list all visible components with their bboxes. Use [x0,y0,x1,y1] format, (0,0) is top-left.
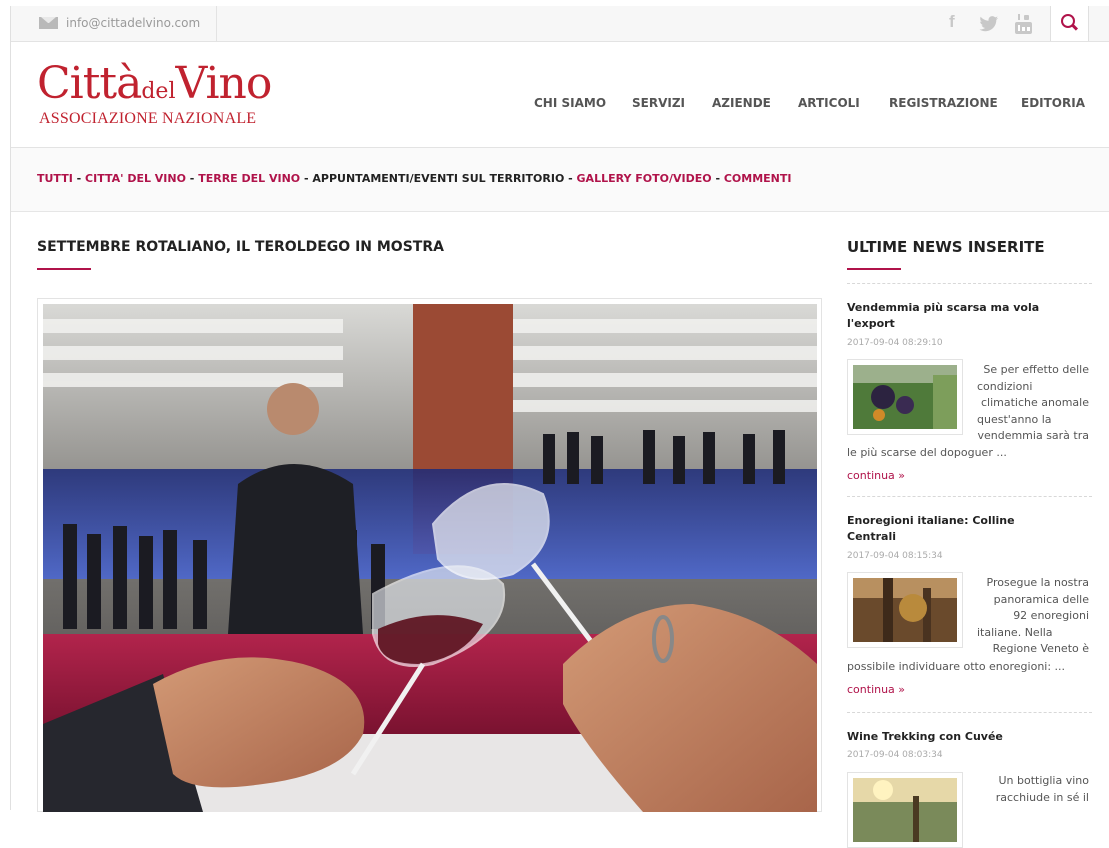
divider [847,712,1092,713]
filter-terre-del-vino[interactable]: TERRE DEL VINO [198,172,300,185]
divider [847,496,1092,497]
news-thumbnail[interactable] [847,359,963,435]
site-header: CittàdelVino ASSOCIAZIONE NAZIONALE CHI … [11,42,1109,148]
news-continue-link[interactable]: continua » [847,469,905,482]
nav-aziende[interactable]: AZIENDE [712,96,771,110]
article-image-frame [37,298,822,812]
nav-editoria[interactable]: EDITORIA [1021,96,1085,110]
nav-chi-siamo[interactable]: CHI SIAMO [534,96,606,110]
search-button[interactable] [1050,6,1089,41]
news-excerpt: Prosegue la nostra panoramica delle 92 e… [977,576,1089,655]
page-frame: info@cittadelvino.com f CittàdelVino ASS… [10,6,1109,848]
nav-registrazione[interactable]: REGISTRAZIONE [889,96,998,110]
filter-appuntamenti-active[interactable]: APPUNTAMENTI/EVENTI SUL TERRITORIO [312,172,564,185]
search-icon [1061,14,1075,28]
news-continue-link[interactable]: continua » [847,683,905,696]
news-date: 2017-09-04 08:03:34 [847,750,943,760]
filter-tutti[interactable]: TUTTI [37,172,73,185]
article-title: SETTEMBRE ROTALIANO, IL TEROLDEGO IN MOS… [37,239,444,255]
news-title[interactable]: Wine Trekking con Cuvée [847,729,1047,745]
news-title[interactable]: Enoregioni italiane: Colline Centrali [847,513,1047,545]
title-underline [37,268,91,270]
category-filter-list: TUTTI - CITTA' DEL VINO - TERRE DEL VINO… [37,172,792,185]
envelope-icon [39,17,58,29]
twitter-icon[interactable] [979,16,999,32]
article-image[interactable] [43,304,817,812]
category-filter-bar: TUTTI - CITTA' DEL VINO - TERRE DEL VINO… [11,148,1109,212]
news-excerpt: Se per effetto delle condizioni climatic… [977,363,1089,442]
filter-gallery[interactable]: GALLERY FOTO/VIDEO [577,172,712,185]
news-excerpt: Un bottiglia vino racchiude in sé il [995,774,1089,804]
email-link[interactable]: info@cittadelvino.com [39,16,200,30]
youtube-icon[interactable] [1015,14,1032,34]
sidebar-title: ULTIME NEWS INSERITE [847,238,1045,256]
logo-subtitle: ASSOCIAZIONE NAZIONALE [39,110,257,127]
top-bar: info@cittadelvino.com f [11,6,1109,42]
divider [216,6,217,41]
news-thumbnail[interactable] [847,572,963,648]
sidebar-title-underline [847,268,901,270]
filter-commenti[interactable]: COMMENTI [724,172,792,185]
news-excerpt-tail: le più scarse del dopoguer ... [847,446,1007,459]
news-title[interactable]: Vendemmia più scarsa ma vola l'export [847,300,1047,332]
nav-servizi[interactable]: SERVIZI [632,96,685,110]
news-thumbnail[interactable] [847,772,963,848]
nav-articoli[interactable]: ARTICOLI [798,96,860,110]
divider [847,283,1092,284]
facebook-icon[interactable]: f [949,12,955,32]
email-text[interactable]: info@cittadelvino.com [66,16,200,30]
news-date: 2017-09-04 08:15:34 [847,551,943,561]
news-date: 2017-09-04 08:29:10 [847,338,943,348]
news-excerpt-tail: possibile individuare otto enoregioni: .… [847,660,1066,673]
filter-citta-del-vino[interactable]: CITTA' DEL VINO [85,172,186,185]
logo-title: CittàdelVino [37,58,272,109]
